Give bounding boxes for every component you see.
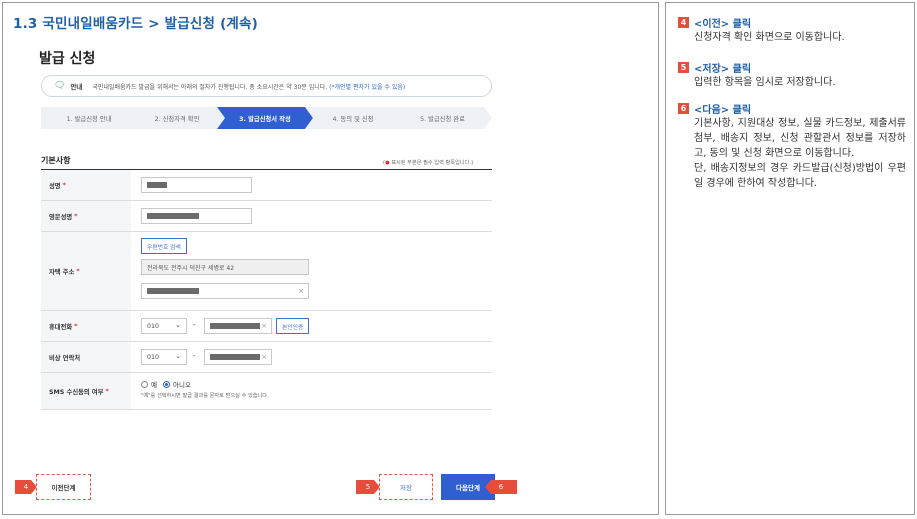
sms-no-label: 아니오: [172, 381, 191, 389]
sms-yes-label: 예: [151, 381, 157, 389]
sms-hint: "예"를 선택하시면 발급 결과를 문자로 받으실 수 있습니다.: [141, 393, 269, 399]
explanation-5: 5 <저장> 클릭 입력한 항목을 임시로 저장합니다.: [678, 60, 906, 90]
explanation-text: 단, 배송지정보의 경우 카드발급(신청)방법이 우편일 경우에 한하여 작성합…: [694, 163, 906, 189]
required-note: (● 표시된 부분은 필수 입력 항목입니다.): [383, 160, 474, 166]
sms-no-radio[interactable]: [162, 380, 170, 388]
explanation-text: 신청자격 확인 화면으로 이동합니다.: [694, 32, 845, 43]
close-icon[interactable]: ×: [261, 322, 267, 330]
label-name: 성명 *: [41, 170, 131, 200]
dash: -: [193, 321, 196, 329]
label-address: 자택 주소 *: [41, 232, 131, 310]
close-icon[interactable]: ×: [261, 353, 267, 361]
address-field: 전라북도 전주시 덕진구 세병로 42: [141, 259, 309, 275]
section-title: 1.3 국민내일배움카드 > 발급신청 (계속): [13, 16, 259, 32]
chevron-down-icon: ⌄: [175, 321, 181, 329]
label-emergency: 비상 연락처: [41, 342, 131, 372]
explanation-4: 4 <이전> 클릭 신청자격 확인 화면으로 이동합니다.: [678, 15, 906, 45]
explanation-title: <이전> 클릭: [694, 19, 752, 30]
screen-panel: 1.3 국민내일배움카드 > 발급신청 (계속) 발급 신청 🗨 안내 국민내일…: [2, 2, 659, 515]
eng-name-field[interactable]: [141, 208, 252, 224]
mobile-number-field[interactable]: ×: [204, 318, 272, 334]
emergency-prefix-select[interactable]: 010 ⌄: [141, 349, 187, 365]
label-mobile: 휴대전화 *: [41, 311, 131, 341]
callout-marker-4: 4: [15, 480, 37, 494]
chevron-down-icon: ⌄: [175, 352, 181, 360]
page-title: 발급 신청: [39, 51, 96, 67]
step-5: 5. 발급신청 완료: [393, 107, 492, 129]
explanation-text: 입력한 항목을 임시로 저장합니다.: [694, 77, 836, 88]
address-detail-field[interactable]: ×: [141, 283, 309, 299]
notice-note: (*개인별 편차가 있을 수 있음): [329, 83, 406, 91]
dash: -: [193, 352, 196, 360]
zipcode-search-button[interactable]: 우편번호 검색: [141, 238, 187, 254]
speech-bubble-icon: 🗨: [54, 81, 66, 91]
save-button[interactable]: 저장: [379, 474, 433, 500]
mobile-prefix-select[interactable]: 010 ⌄: [141, 318, 187, 334]
step-progress: 1. 발급신청 안내 2. 신청자격 확인 3. 발급신청서 작성 4. 동의 …: [41, 107, 492, 129]
basic-info-form: 성명 * 영문성명 * 자택 주소 * 우편번호 검색 전라북도 전주시 덕진구 세병…: [41, 169, 492, 410]
notice-label: 안내: [70, 83, 83, 91]
explanation-title: <다음> 클릭: [694, 105, 752, 116]
sms-yes-radio[interactable]: [141, 380, 148, 388]
callout-marker-5: 5: [356, 480, 380, 494]
row-emergency: 비상 연락처 010 ⌄ - ×: [41, 342, 492, 373]
close-icon[interactable]: ×: [298, 287, 304, 295]
label-sms: SMS 수신동의 여부 *: [41, 373, 131, 409]
explanation-number: 6: [678, 103, 689, 114]
explanation-text: 기본사항, 지원대상 정보, 실물 카드정보, 제출서류 첨부, 배송지 정보,…: [694, 118, 906, 159]
emergency-number-field[interactable]: ×: [204, 349, 272, 365]
prev-step-button[interactable]: 이전단계: [36, 474, 91, 500]
explanation-title: <저장> 클릭: [694, 64, 752, 75]
step-1: 1. 발급신청 안내: [41, 107, 137, 129]
label-eng-name: 영문성명 *: [41, 201, 131, 231]
explanation-panel: 4 <이전> 클릭 신청자격 확인 화면으로 이동합니다. 5 <저장> 클릭 …: [665, 2, 915, 515]
form-heading: 기본사항: [41, 156, 71, 165]
row-eng-name: 영문성명 *: [41, 201, 492, 232]
step-2: 2. 신청자격 확인: [129, 107, 225, 129]
name-field[interactable]: [141, 177, 252, 193]
callout-marker-6: 6: [485, 480, 517, 494]
step-3: 3. 발급신청서 작성: [217, 107, 313, 129]
notice-bar: 🗨 안내 국민내일배움카드 발급을 위해서는 아래의 절차가 진행됩니다. 총 …: [41, 75, 492, 97]
explanation-number: 5: [678, 62, 689, 73]
verify-button[interactable]: 본인인증: [276, 318, 310, 334]
step-4: 4. 동의 및 신청: [305, 107, 401, 129]
row-sms: SMS 수신동의 여부 * 예 아니오 "예"를 선택하시면 발급 결과를 문자로…: [41, 373, 492, 410]
notice-text: 국민내일배움카드 발급을 위해서는 아래의 절차가 진행됩니다. 총 소요시간은…: [92, 83, 328, 91]
row-name: 성명 *: [41, 170, 492, 201]
explanation-number: 4: [678, 17, 689, 28]
sms-radio-group: 예 아니오: [141, 379, 191, 389]
row-address: 자택 주소 * 우편번호 검색 전라북도 전주시 덕진구 세병로 42 ×: [41, 232, 492, 311]
row-mobile: 휴대전화 * 010 ⌄ - × 본인인증: [41, 311, 492, 342]
explanation-6: 6 <다음> 클릭 기본사항, 지원대상 정보, 실물 카드정보, 제출서류 첨…: [678, 101, 906, 191]
